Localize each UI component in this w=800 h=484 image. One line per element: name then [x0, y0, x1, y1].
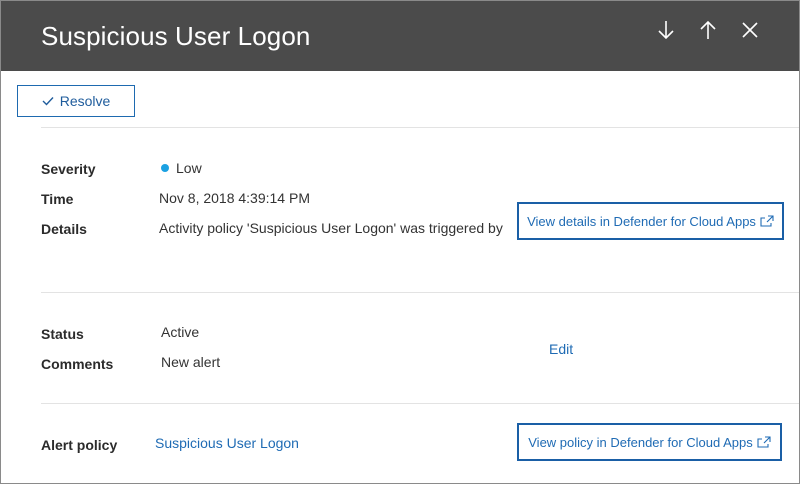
- view-details-link[interactable]: View details in Defender for Cloud Apps: [517, 202, 784, 240]
- alert-policy-link[interactable]: Suspicious User Logon: [155, 435, 299, 451]
- details-label: Details: [41, 221, 87, 237]
- details-value: Activity policy 'Suspicious User Logon' …: [159, 220, 503, 236]
- resolve-button[interactable]: Resolve: [17, 85, 135, 117]
- panel-header: Suspicious User Logon: [1, 1, 799, 71]
- status-label: Status: [41, 326, 84, 342]
- time-label: Time: [41, 191, 74, 207]
- comments-label: Comments: [41, 356, 114, 372]
- resolve-label: Resolve: [59, 93, 111, 109]
- severity-dot-icon: [161, 164, 169, 172]
- panel-title: Suspicious User Logon: [41, 21, 311, 51]
- time-value: Nov 8, 2018 4:39:14 PM: [159, 190, 310, 206]
- edit-link[interactable]: Edit: [549, 341, 573, 357]
- comments-value: New alert: [161, 354, 221, 370]
- arrow-up-icon[interactable]: [693, 15, 723, 45]
- close-icon[interactable]: [735, 15, 765, 45]
- divider: [41, 292, 799, 293]
- severity-label: Severity: [41, 161, 96, 177]
- alert-panel: Suspicious User Logon Resolve Severity L…: [0, 0, 800, 484]
- divider: [41, 127, 799, 128]
- arrow-down-icon[interactable]: [651, 15, 681, 45]
- status-value: Active: [161, 324, 200, 340]
- severity-value: Low: [161, 160, 202, 176]
- alert-policy-label: Alert policy: [41, 437, 118, 453]
- external-link-icon: [760, 215, 774, 227]
- view-policy-link[interactable]: View policy in Defender for Cloud Apps: [517, 423, 782, 461]
- divider: [41, 403, 799, 404]
- checkmark-icon: [42, 97, 54, 106]
- external-link-icon: [757, 436, 771, 448]
